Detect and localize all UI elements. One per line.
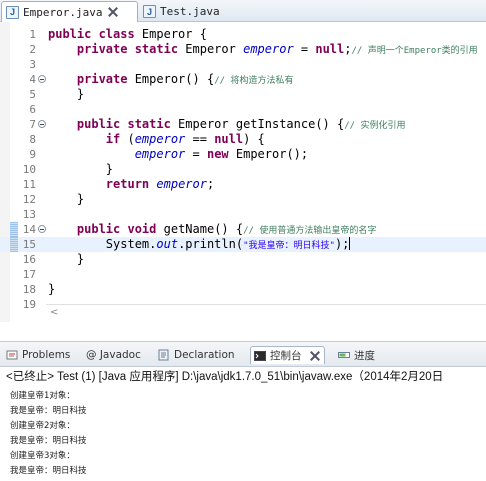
line-number: 14 [22, 223, 36, 236]
line-number: 3 [29, 58, 36, 71]
code-text: } [48, 252, 85, 266]
code-editor[interactable]: 1 public class Emperor {2 private static … [0, 22, 486, 322]
tab-declaration[interactable]: Declaration [158, 346, 235, 364]
fold-collapse-icon[interactable] [38, 225, 46, 233]
view-tab-bar: Problems @ Javadoc Declaration 控制台 进度 [0, 341, 486, 367]
line-number: 11 [22, 178, 36, 191]
code-text: } [48, 87, 85, 101]
line-number: 17 [22, 268, 36, 281]
code-line[interactable]: 14 public void getName() {// 使用普通方法输出皇帝的… [0, 222, 486, 237]
line-number: 2 [29, 43, 36, 56]
console-output-line: 我是皇帝：明日科技 [10, 436, 87, 446]
code-text: return emperor; [105, 177, 215, 191]
tab-label: Declaration [174, 349, 235, 361]
problems-icon [6, 350, 18, 360]
tab-label: @ Javadoc [86, 349, 141, 361]
code-text: } [48, 162, 114, 176]
tab-label: Problems [22, 349, 71, 361]
line-number: 9 [29, 148, 36, 161]
code-line[interactable]: 15 System.out.println("我是皇帝：明日科技"); [0, 237, 486, 252]
line-number: 16 [22, 253, 36, 266]
code-text: if (emperor == null) { [105, 132, 265, 146]
scroll-left-icon[interactable]: < [50, 307, 58, 318]
code-line[interactable]: 5 } [0, 87, 486, 102]
console-output-line: 创建皇帝2对象： [10, 421, 75, 431]
console-output[interactable]: 创建皇帝1对象： 我是皇帝：明日科技 创建皇帝2对象： 我是皇帝：明日科技 创建皇帝3对… [0, 388, 486, 481]
tab-test-java[interactable]: J Test.java [139, 1, 229, 22]
close-icon[interactable] [310, 351, 320, 361]
progress-icon [338, 352, 350, 358]
code-line[interactable]: 8 if (emperor == null) { [0, 132, 486, 147]
code-line[interactable]: 3 [0, 57, 486, 72]
horizontal-scrollbar[interactable]: < [46, 304, 486, 319]
tab-label: 进度 [354, 349, 375, 362]
fold-collapse-icon[interactable] [38, 75, 46, 83]
console-status-line: <已终止> Test (1) [Java 应用程序] D:\java\jdk1.… [0, 368, 486, 386]
console-output-line: 我是皇帝：明日科技 [10, 466, 87, 476]
code-line[interactable]: 6 [0, 102, 486, 117]
console-output-line: 我是皇帝：明日科技 [10, 406, 87, 416]
line-number: 13 [22, 208, 36, 221]
tab-console[interactable]: 控制台 [250, 346, 325, 364]
code-line[interactable]: 17 [0, 267, 486, 282]
editor-tab-bar: J Emperor.java J Test.java [0, 0, 486, 22]
code-line[interactable]: 18} [0, 282, 486, 297]
line-number: 5 [29, 88, 36, 101]
console-output-line: 创建皇帝1对象： [10, 391, 75, 401]
code-line[interactable]: 11 return emperor; [0, 177, 486, 192]
code-line[interactable]: 12 } [0, 192, 486, 207]
code-line[interactable]: 2 private static Emperor emperor = null;… [0, 42, 486, 57]
tab-javadoc[interactable]: @ Javadoc [86, 346, 141, 364]
console-icon [254, 350, 266, 361]
declaration-icon [158, 349, 169, 361]
line-number: 10 [22, 163, 36, 176]
close-icon[interactable] [108, 7, 118, 17]
code-line[interactable]: 13 [0, 207, 486, 222]
line-number: 4 [29, 73, 36, 86]
tab-emperor-java[interactable]: J Emperor.java [1, 1, 138, 22]
tab-label: Emperor.java [23, 5, 103, 19]
line-number: 18 [22, 283, 36, 296]
code-line[interactable]: 16 } [0, 252, 486, 267]
tab-label: 控制台 [270, 350, 302, 362]
line-number: 1 [29, 28, 36, 41]
line-number: 8 [29, 133, 36, 146]
fold-collapse-icon[interactable] [38, 120, 46, 128]
code-text: } [48, 192, 85, 206]
line-number: 19 [22, 298, 36, 311]
code-line[interactable]: 7 public static Emperor getInstance() {/… [0, 117, 486, 132]
code-line[interactable]: 10 } [0, 162, 486, 177]
tab-progress[interactable]: 进度 [338, 346, 375, 364]
code-text: } [48, 282, 56, 296]
java-file-icon: J [6, 5, 19, 19]
code-line[interactable]: 4 private Emperor() {// 将构造方法私有 [0, 72, 486, 87]
tab-label: Test.java [160, 5, 220, 18]
code-line[interactable]: 9 emperor = new Emperor(); [0, 147, 486, 162]
console-output-line: 创建皇帝3对象： [10, 451, 75, 461]
code-line[interactable]: 1 public class Emperor { [0, 27, 486, 42]
line-number: 7 [29, 118, 36, 131]
line-number: 12 [22, 193, 36, 206]
tab-problems[interactable]: Problems [6, 346, 70, 364]
line-number: 6 [29, 103, 36, 116]
line-number: 15 [22, 238, 36, 251]
java-file-icon: J [143, 5, 156, 18]
code-text: public class Emperor { [48, 27, 207, 41]
code-text: emperor = new Emperor(); [134, 147, 309, 161]
